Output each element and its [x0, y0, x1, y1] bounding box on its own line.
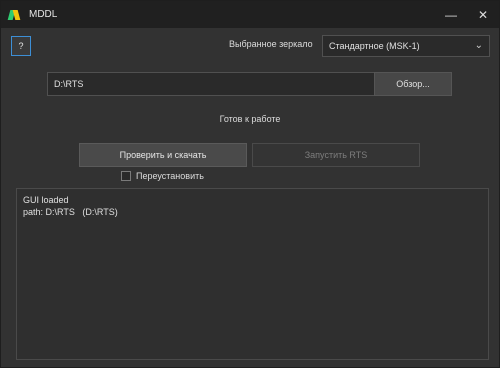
check-and-download-button[interactable]: Проверить и скачать	[79, 143, 247, 167]
window-controls: — ✕	[435, 1, 499, 28]
title-bar: MDDL — ✕	[1, 1, 499, 28]
reinstall-label: Переустановить	[136, 171, 204, 181]
log-output[interactable]: GUI loaded path: D:\RTS (D:\RTS)	[16, 188, 489, 360]
mirror-select[interactable]: Стандартное (MSK-1) ⌄	[322, 35, 490, 57]
close-button[interactable]: ✕	[467, 1, 499, 28]
run-rts-button[interactable]: Запустить RTS	[252, 143, 420, 167]
log-line: path: D:\RTS (D:\RTS)	[23, 207, 118, 217]
app-logo-icon	[7, 9, 21, 21]
path-input[interactable]: D:\RTS	[47, 72, 375, 96]
window-title: MDDL	[29, 9, 58, 20]
reinstall-option[interactable]: Переустановить	[121, 171, 204, 181]
minimize-button[interactable]: —	[435, 1, 467, 28]
mirror-label: Выбранное зеркало	[229, 39, 313, 49]
reinstall-checkbox[interactable]	[121, 171, 131, 181]
browse-button[interactable]: Обзор...	[374, 72, 452, 96]
chevron-down-icon: ⌄	[474, 40, 483, 51]
status-text: Готов к работе	[219, 114, 281, 124]
path-value: D:\RTS	[54, 79, 84, 89]
log-line: GUI loaded	[23, 195, 69, 205]
main-window: MDDL — ✕ ? Выбранное зеркало Стандартное…	[0, 0, 500, 368]
mirror-selected-value: Стандартное (MSK-1)	[329, 41, 420, 51]
help-button[interactable]: ?	[11, 36, 31, 56]
